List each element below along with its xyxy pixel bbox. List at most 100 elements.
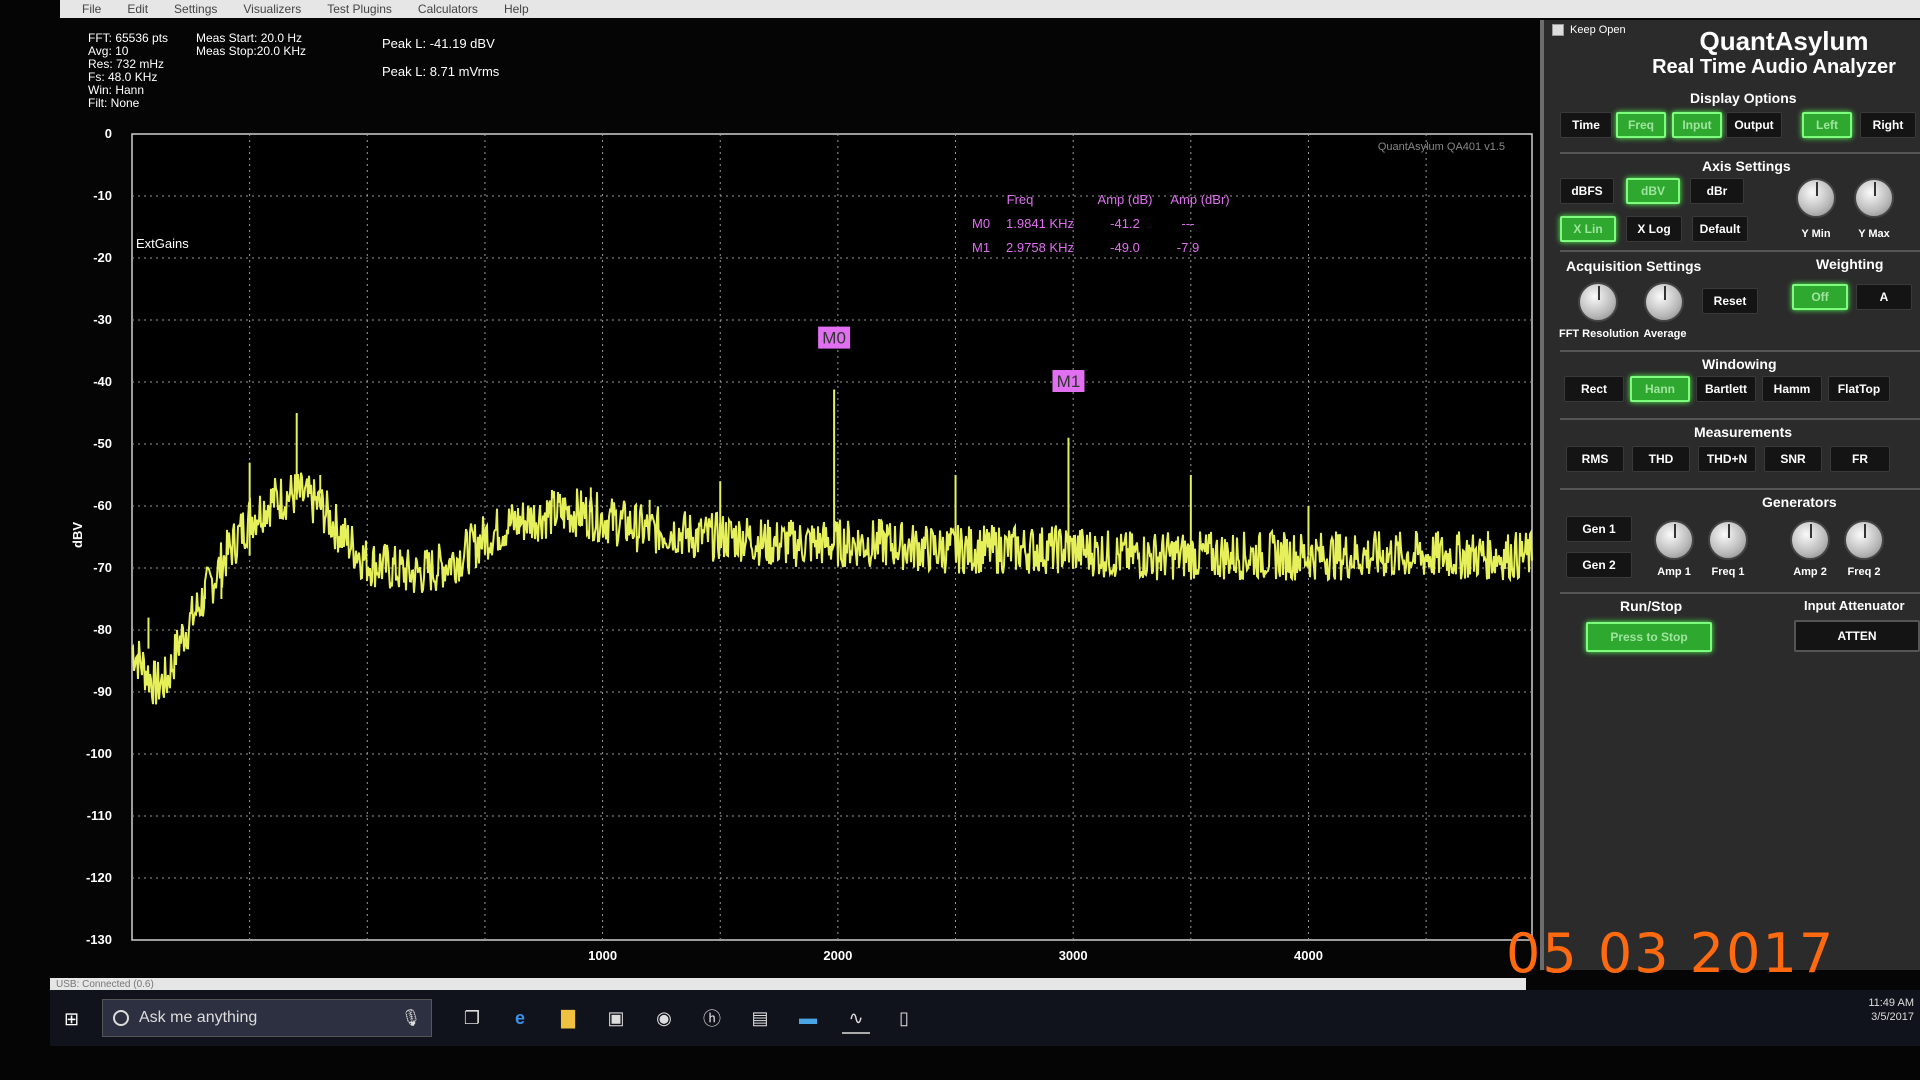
marker-table-header: Amp (dB) <box>1098 192 1153 207</box>
task-view-icon[interactable]: ❐ <box>458 1004 486 1032</box>
x-lin-button[interactable]: X Lin <box>1560 216 1616 242</box>
marker-table-cell: -41.2 <box>1110 216 1140 231</box>
panel-brand: QuantAsylum <box>1699 26 1869 56</box>
y-tick-label: -130 <box>86 932 112 947</box>
marker-table-header: Freq <box>1007 192 1034 207</box>
freq2-knob[interactable] <box>1844 520 1884 560</box>
spectrum-plot[interactable]: 0 -10 -20 -30 -40 -50 -60 -70 -80 -90 -100 -110 -120… <box>0 0 1540 980</box>
system-tray: 11:49 AM 3/5/2017 <box>1868 996 1914 1024</box>
output-button[interactable]: Output <box>1726 112 1782 138</box>
average-label: Average <box>1643 328 1687 340</box>
freq-button[interactable]: Freq <box>1616 112 1666 138</box>
control-panel: Keep Open QuantAsylum Real Time Audio An… <box>1540 20 1920 970</box>
file-explorer-icon[interactable]: ▇ <box>554 1004 582 1032</box>
x-tick-label: 2000 <box>823 948 852 963</box>
keep-open-label: Keep Open <box>1570 24 1626 36</box>
y-min-knob[interactable] <box>1796 178 1836 218</box>
app2-icon[interactable]: ▤ <box>746 1004 774 1032</box>
y-max-knob[interactable] <box>1854 178 1894 218</box>
input-attenuator-title: Input Attenuator <box>1804 598 1905 613</box>
rms-button[interactable]: RMS <box>1566 446 1624 472</box>
fft-resolution-knob[interactable] <box>1578 282 1618 322</box>
freq1-knob[interactable] <box>1708 520 1748 560</box>
marker-label: M0 <box>822 329 846 348</box>
time-button[interactable]: Time <box>1560 112 1612 138</box>
search-box[interactable]: Ask me anything 🎙 <box>102 999 432 1037</box>
flattop-button[interactable]: FlatTop <box>1828 376 1890 402</box>
gen1-button[interactable]: Gen 1 <box>1566 516 1632 542</box>
generators-title: Generators <box>1762 494 1837 510</box>
gen-divider <box>1560 488 1920 490</box>
tray-date: 3/5/2017 <box>1871 1011 1914 1023</box>
weighting-off-button[interactable]: Off <box>1792 284 1848 310</box>
y-tick-labels: 0 -10 -20 -30 -40 -50 -60 -70 -80 -90 -100 -110 -120… <box>86 126 112 947</box>
x-tick-label: 3000 <box>1059 948 1088 963</box>
y-tick-label: -60 <box>93 498 112 513</box>
keep-open-toggle[interactable]: Keep Open <box>1552 24 1626 36</box>
y-axis-label: dBV <box>70 522 85 548</box>
edge-icon[interactable]: e <box>506 1004 534 1032</box>
amp1-knob[interactable] <box>1654 520 1694 560</box>
marker-table-header: Amp (dBr) <box>1170 192 1229 207</box>
marker-table-cell: M1 <box>972 240 990 255</box>
press-to-stop-button[interactable]: Press to Stop <box>1586 622 1712 652</box>
y-tick-label: -10 <box>93 188 112 203</box>
dbr-button[interactable]: dBr <box>1690 178 1744 204</box>
input-button[interactable]: Input <box>1672 112 1722 138</box>
store-icon[interactable]: ▣ <box>602 1004 630 1032</box>
hamm-button[interactable]: Hamm <box>1762 376 1822 402</box>
bartlett-button[interactable]: Bartlett <box>1696 376 1756 402</box>
average-knob[interactable] <box>1644 282 1684 322</box>
dbfs-button[interactable]: dBFS <box>1560 178 1614 204</box>
weighting-a-button[interactable]: A <box>1856 284 1912 310</box>
y-tick-label: -20 <box>93 250 112 265</box>
freq2-label: Freq 2 <box>1847 566 1881 578</box>
microphone-icon[interactable]: 🎙 <box>401 1008 421 1028</box>
marker-table-cell: M0 <box>972 216 990 231</box>
atten-button[interactable]: ATTEN <box>1794 620 1920 652</box>
watermark: QuantAsylum QA401 v1.5 <box>1378 141 1505 153</box>
axis-settings-title: Axis Settings <box>1702 158 1791 174</box>
search-placeholder: Ask me anything <box>139 1009 258 1026</box>
y-tick-label: -40 <box>93 374 112 389</box>
app3-icon[interactable]: ▬ <box>794 1004 822 1032</box>
windowing-title: Windowing <box>1702 356 1777 372</box>
hann-button[interactable]: Hann <box>1630 376 1690 402</box>
right-button[interactable]: Right <box>1860 112 1916 138</box>
x-tick-label: 4000 <box>1294 948 1323 963</box>
thd-button[interactable]: THD <box>1632 446 1690 472</box>
x-tick-label: 1000 <box>588 948 617 963</box>
marker-table-cell: -7.9 <box>1177 240 1199 255</box>
gen2-button[interactable]: Gen 2 <box>1566 552 1632 578</box>
taskbar: ⊞ Ask me anything 🎙 ❐ e ▇ ▣ ◉ ⓗ ▤ ▬ ∿ ▯ … <box>50 990 1920 1046</box>
quantasylum-app-icon[interactable]: ∿ <box>842 1004 870 1034</box>
hp-icon[interactable]: ⓗ <box>698 1004 726 1032</box>
y-tick-label: -30 <box>93 312 112 327</box>
thdn-button[interactable]: THD+N <box>1698 446 1756 472</box>
rect-button[interactable]: Rect <box>1564 376 1624 402</box>
left-button[interactable]: Left <box>1802 112 1852 138</box>
dbv-button[interactable]: dBV <box>1626 178 1680 204</box>
default-button[interactable]: Default <box>1692 216 1748 242</box>
y-tick-label: -80 <box>93 622 112 637</box>
axis-divider <box>1560 152 1920 154</box>
date-stamp: 05 03 2017 <box>1506 922 1836 985</box>
weighting-title: Weighting <box>1816 256 1884 272</box>
windows-start-icon[interactable]: ⊞ <box>64 1010 82 1028</box>
run-divider <box>1560 592 1920 594</box>
app-icon[interactable]: ◉ <box>650 1004 678 1032</box>
keep-open-checkbox[interactable] <box>1552 24 1564 36</box>
meas-divider <box>1560 418 1920 420</box>
x-log-button[interactable]: X Log <box>1626 216 1682 242</box>
marker-table-cell: --- <box>1182 216 1195 231</box>
acq-divider <box>1560 250 1920 252</box>
notepad-icon[interactable]: ▯ <box>890 1004 918 1032</box>
amp2-knob[interactable] <box>1790 520 1830 560</box>
fr-button[interactable]: FR <box>1830 446 1890 472</box>
marker-label: M1 <box>1057 372 1081 391</box>
reset-button[interactable]: Reset <box>1702 288 1758 314</box>
panel-subtitle: Real Time Audio Analyzer <box>1652 56 1896 78</box>
y-tick-label: -120 <box>86 870 112 885</box>
acquisition-title: Acquisition Settings <box>1566 258 1702 274</box>
snr-button[interactable]: SNR <box>1764 446 1822 472</box>
